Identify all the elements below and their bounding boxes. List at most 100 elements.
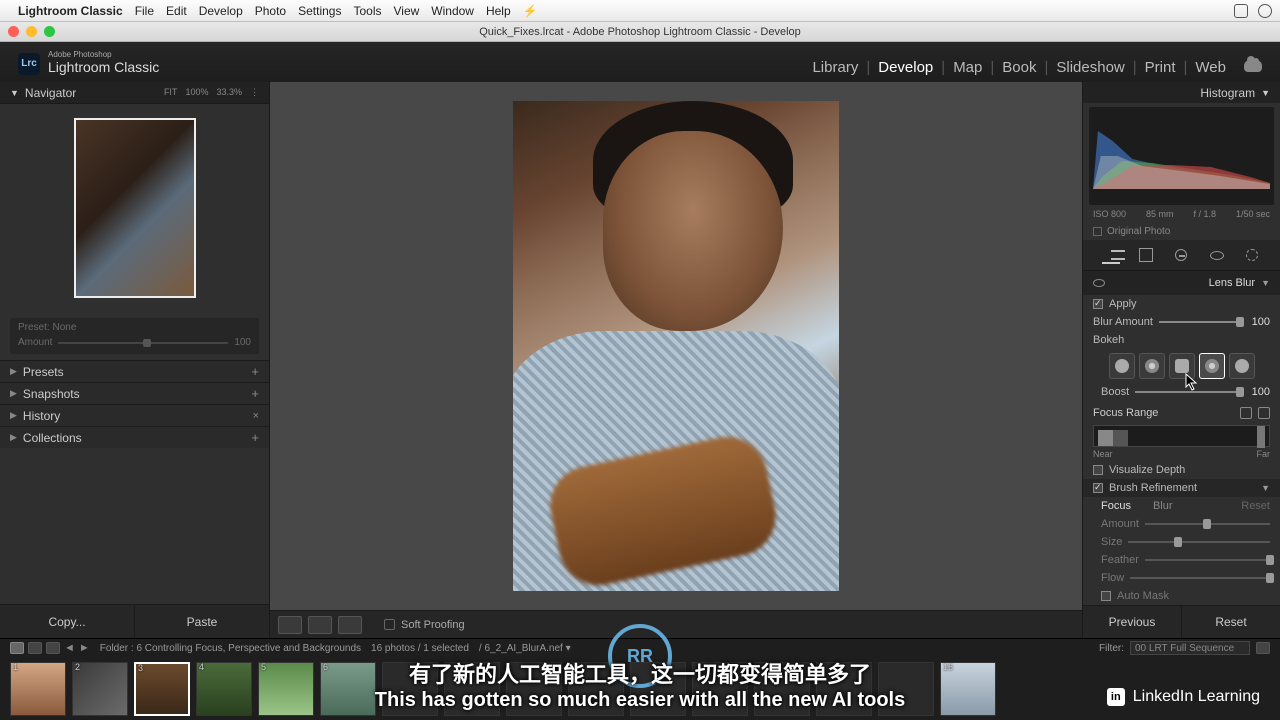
brush-size-slider[interactable] xyxy=(1128,541,1270,543)
thumb-4[interactable]: 4 xyxy=(196,662,252,716)
main-window-button[interactable] xyxy=(10,642,24,654)
thumb-13[interactable] xyxy=(754,662,810,716)
thumb-2[interactable]: 2 xyxy=(72,662,128,716)
image-canvas[interactable] xyxy=(270,82,1082,610)
focus-point-icon[interactable] xyxy=(1258,407,1270,419)
thumb-10[interactable] xyxy=(568,662,624,716)
navigator-menu-icon[interactable]: ⋮ xyxy=(250,87,259,98)
view-before-after-button[interactable] xyxy=(308,616,332,634)
module-slideshow[interactable]: Slideshow xyxy=(1056,59,1124,76)
status-icon-1[interactable] xyxy=(1234,4,1248,18)
module-library[interactable]: Library xyxy=(812,59,858,76)
menu-view[interactable]: View xyxy=(393,4,419,18)
crop-tool-icon[interactable] xyxy=(1137,246,1155,264)
bokeh-circle-button[interactable] xyxy=(1109,353,1135,379)
add-collection-icon[interactable]: + xyxy=(251,430,259,445)
thumb-3[interactable]: 3 xyxy=(134,662,190,716)
nav-back-icon[interactable]: ◄ xyxy=(64,642,75,654)
panel-collections[interactable]: ▶ Collections + xyxy=(0,426,269,448)
bokeh-bubble-button[interactable] xyxy=(1139,353,1165,379)
original-photo-checkbox[interactable] xyxy=(1093,227,1102,236)
thumb-11[interactable] xyxy=(630,662,686,716)
lens-blur-header[interactable]: Lens Blur ▼ xyxy=(1083,271,1280,294)
reset-button[interactable]: Reset xyxy=(1182,606,1280,638)
masking-tool-icon[interactable] xyxy=(1243,246,1261,264)
menu-settings[interactable]: Settings xyxy=(298,4,341,18)
edit-tool-icon[interactable] xyxy=(1102,246,1120,264)
focus-subject-icon[interactable] xyxy=(1240,407,1252,419)
module-print[interactable]: Print xyxy=(1145,59,1176,76)
status-icon-2[interactable] xyxy=(1258,4,1272,18)
boost-value[interactable]: 100 xyxy=(1246,386,1270,398)
thumb-9[interactable] xyxy=(506,662,562,716)
window-minimize-button[interactable] xyxy=(26,26,37,37)
soft-proof-checkbox[interactable] xyxy=(384,619,395,630)
brush-refinement-checkbox[interactable] xyxy=(1093,483,1103,493)
menu-file[interactable]: File xyxy=(135,4,154,18)
brush-feather-slider[interactable] xyxy=(1145,559,1270,561)
navigator-preview[interactable] xyxy=(0,104,269,312)
filmstrip-thumbs[interactable]: 1 2 3 4 5 6 16 有了新的人工智能工具，这一切都变得简单多了 Thi… xyxy=(0,657,1280,720)
menu-window[interactable]: Window xyxy=(431,4,474,18)
thumb-7[interactable] xyxy=(382,662,438,716)
histogram-display[interactable] xyxy=(1089,107,1274,205)
menu-photo[interactable]: Photo xyxy=(255,4,286,18)
histogram-header[interactable]: Histogram ▼ xyxy=(1083,82,1280,103)
bokeh-catseye-button[interactable] xyxy=(1229,353,1255,379)
navigator-mode[interactable]: FIT xyxy=(164,87,178,98)
paste-settings-button[interactable]: Paste xyxy=(135,605,269,638)
add-preset-icon[interactable]: + xyxy=(251,364,259,379)
blur-amount-slider[interactable] xyxy=(1159,321,1240,323)
brush-focus-tab[interactable]: Focus xyxy=(1101,500,1131,512)
focus-range-handle[interactable] xyxy=(1257,426,1265,448)
thumb-14[interactable] xyxy=(816,662,872,716)
view-loupe-button[interactable] xyxy=(278,616,302,634)
redeye-tool-icon[interactable] xyxy=(1208,246,1226,264)
module-web[interactable]: Web xyxy=(1195,59,1226,76)
thumb-6[interactable]: 6 xyxy=(320,662,376,716)
cloud-sync-icon[interactable] xyxy=(1244,60,1262,72)
brush-blur-tab[interactable]: Blur xyxy=(1153,500,1173,512)
filmstrip-folder[interactable]: Folder : 6 Controlling Focus, Perspectiv… xyxy=(100,643,361,654)
bokeh-ring-button[interactable] xyxy=(1199,353,1225,379)
panel-history[interactable]: ▶ History × xyxy=(0,404,269,426)
navigator-zoom[interactable]: 100% xyxy=(185,87,208,98)
copy-settings-button[interactable]: Copy... xyxy=(0,605,135,638)
auto-mask-checkbox[interactable] xyxy=(1101,591,1111,601)
visualize-depth-checkbox[interactable] xyxy=(1093,465,1103,475)
boost-slider[interactable] xyxy=(1135,391,1240,393)
panel-visibility-icon[interactable] xyxy=(1093,279,1105,287)
view-reference-button[interactable] xyxy=(338,616,362,634)
panel-snapshots[interactable]: ▶ Snapshots + xyxy=(0,382,269,404)
brush-reset-button[interactable]: Reset xyxy=(1241,500,1270,512)
menu-help[interactable]: Help xyxy=(486,4,511,18)
menu-develop[interactable]: Develop xyxy=(199,4,243,18)
filter-lock-icon[interactable] xyxy=(1256,642,1270,654)
brush-refinement-row[interactable]: Brush Refinement ▼ xyxy=(1083,479,1280,497)
thumb-12[interactable] xyxy=(692,662,748,716)
brush-flow-slider[interactable] xyxy=(1130,577,1270,579)
window-zoom-button[interactable] xyxy=(44,26,55,37)
menu-tools[interactable]: Tools xyxy=(353,4,381,18)
brush-amount-slider[interactable] xyxy=(1145,523,1270,525)
menu-edit[interactable]: Edit xyxy=(166,4,187,18)
app-menu[interactable]: Lightroom Classic xyxy=(18,4,123,18)
module-develop[interactable]: Develop xyxy=(878,59,933,76)
thumb-5[interactable]: 5 xyxy=(258,662,314,716)
bokeh-5blade-button[interactable] xyxy=(1169,353,1195,379)
navigator-header[interactable]: ▼ Navigator FIT 100% 33.3% ⋮ xyxy=(0,82,269,104)
nav-fwd-icon[interactable]: ► xyxy=(79,642,90,654)
grid-view-icon[interactable] xyxy=(46,642,60,654)
apply-checkbox[interactable] xyxy=(1093,299,1103,309)
filmstrip-file[interactable]: / 6_2_AI_BlurA.nef ▾ xyxy=(479,643,571,654)
navigator-pct[interactable]: 33.3% xyxy=(216,87,242,98)
second-window-button[interactable] xyxy=(28,642,42,654)
window-close-button[interactable] xyxy=(8,26,19,37)
healing-tool-icon[interactable] xyxy=(1172,246,1190,264)
filter-preset-dropdown[interactable]: 00 LRT Full Sequence xyxy=(1130,641,1250,655)
panel-presets[interactable]: ▶ Presets + xyxy=(0,360,269,382)
add-snapshot-icon[interactable]: + xyxy=(251,386,259,401)
thumb-15[interactable] xyxy=(878,662,934,716)
thumb-8[interactable] xyxy=(444,662,500,716)
menu-script-icon[interactable]: ⚡ xyxy=(523,4,538,18)
